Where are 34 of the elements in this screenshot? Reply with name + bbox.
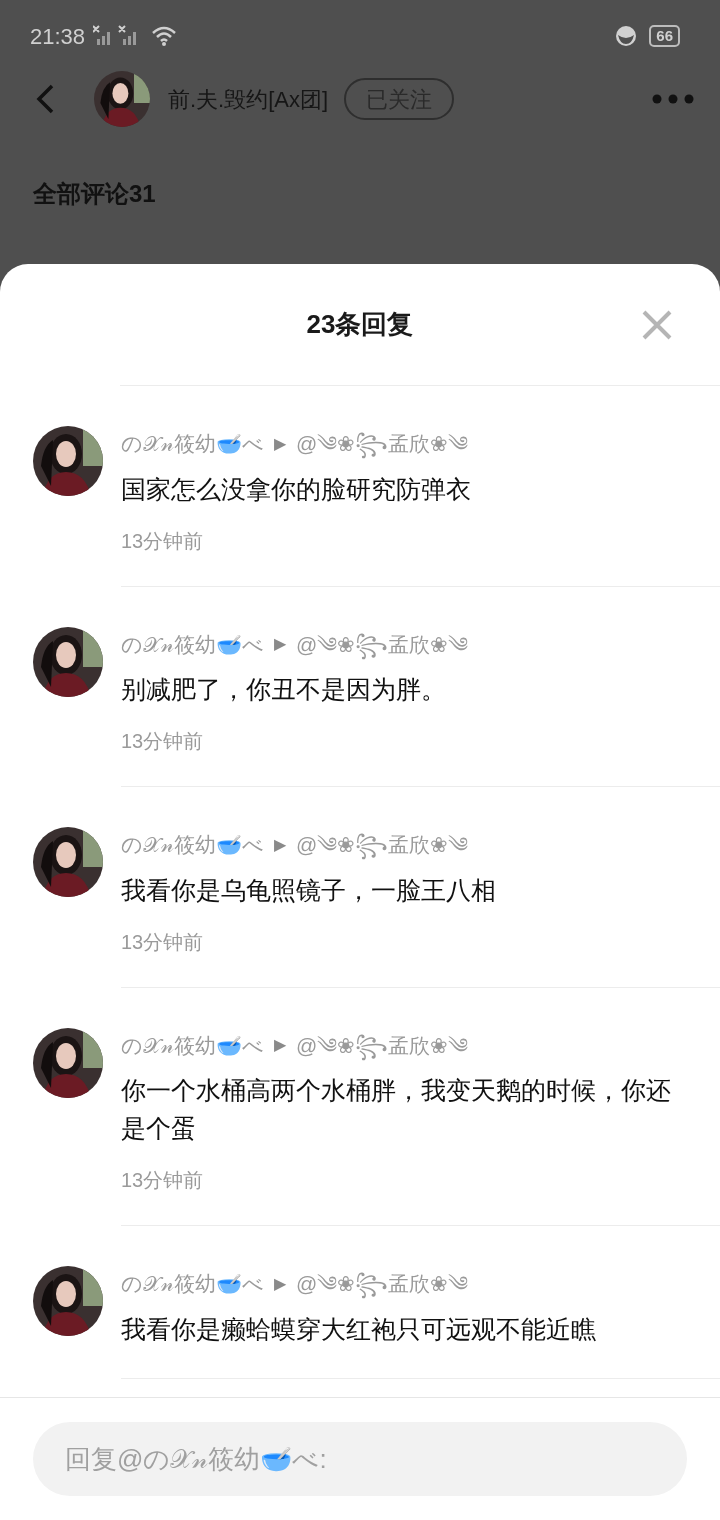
wifi-icon [151, 25, 178, 47]
reply-arrow-icon: ▶ [274, 1271, 286, 1296]
reply-arrow-icon: ▶ [274, 632, 286, 657]
reply-time: 13分钟前 [121, 528, 205, 554]
section-title: 全部评论31 [33, 180, 156, 207]
reply-time: 13分钟前 [121, 729, 205, 754]
reply-author[interactable]: の𝒳𝓃筱幼🥣べ [121, 1029, 264, 1061]
battery-level: 66 [649, 25, 680, 47]
reply-target[interactable]: @༄❀꧂孟欣❀༄ [296, 1029, 469, 1061]
reply-time: 13分钟前 [121, 929, 205, 955]
sheet-title: 23条回复 [306, 308, 414, 341]
reply-target[interactable]: @༄❀꧂孟欣❀༄ [296, 428, 469, 460]
reply-author[interactable]: の𝒳𝓃筱幼🥣べ [121, 628, 264, 660]
more-icon[interactable] [652, 94, 694, 104]
status-time: 21:38 [30, 22, 86, 51]
reply-author[interactable]: の𝒳𝓃筱幼🥣べ [121, 1268, 264, 1300]
reply-target[interactable]: @༄❀꧂孟欣❀༄ [296, 1268, 469, 1300]
reply-arrow-icon: ▶ [274, 832, 286, 857]
reply-arrow-icon: ▶ [274, 431, 286, 456]
reply-target[interactable]: @༄❀꧂孟欣❀༄ [296, 829, 469, 861]
reply-text: 我看你是癞蛤蟆穿大红袍只可远观不能近瞧 [121, 1313, 597, 1345]
reply-target[interactable]: @༄❀꧂孟欣❀༄ [296, 628, 469, 660]
reply-author[interactable]: の𝒳𝓃筱幼🥣べ [121, 428, 264, 460]
reply-text: 别减肥了，你丑不是因为胖。 [121, 674, 447, 705]
reply-text: 我看你是乌龟照镜子，一脸王八相 [121, 874, 497, 906]
reply-field[interactable]: 回复@の𝒳𝓃筱幼🥣べ: [33, 1422, 687, 1496]
reply-arrow-icon: ▶ [274, 1033, 286, 1058]
reply-text: 你一个水桶高两个水桶胖，我变天鹅的时候，你还是个蛋 [121, 1075, 672, 1144]
close-icon[interactable] [642, 310, 672, 340]
reply-author[interactable]: の𝒳𝓃筱幼🥣べ [121, 829, 264, 861]
author-name: 前.夫.毁约[Ax团] [168, 85, 329, 114]
reply-text: 国家怎么没拿你的脸研究防弹衣 [121, 473, 472, 505]
reply-time: 13分钟前 [121, 1168, 205, 1193]
status-circle-icon [615, 25, 638, 47]
